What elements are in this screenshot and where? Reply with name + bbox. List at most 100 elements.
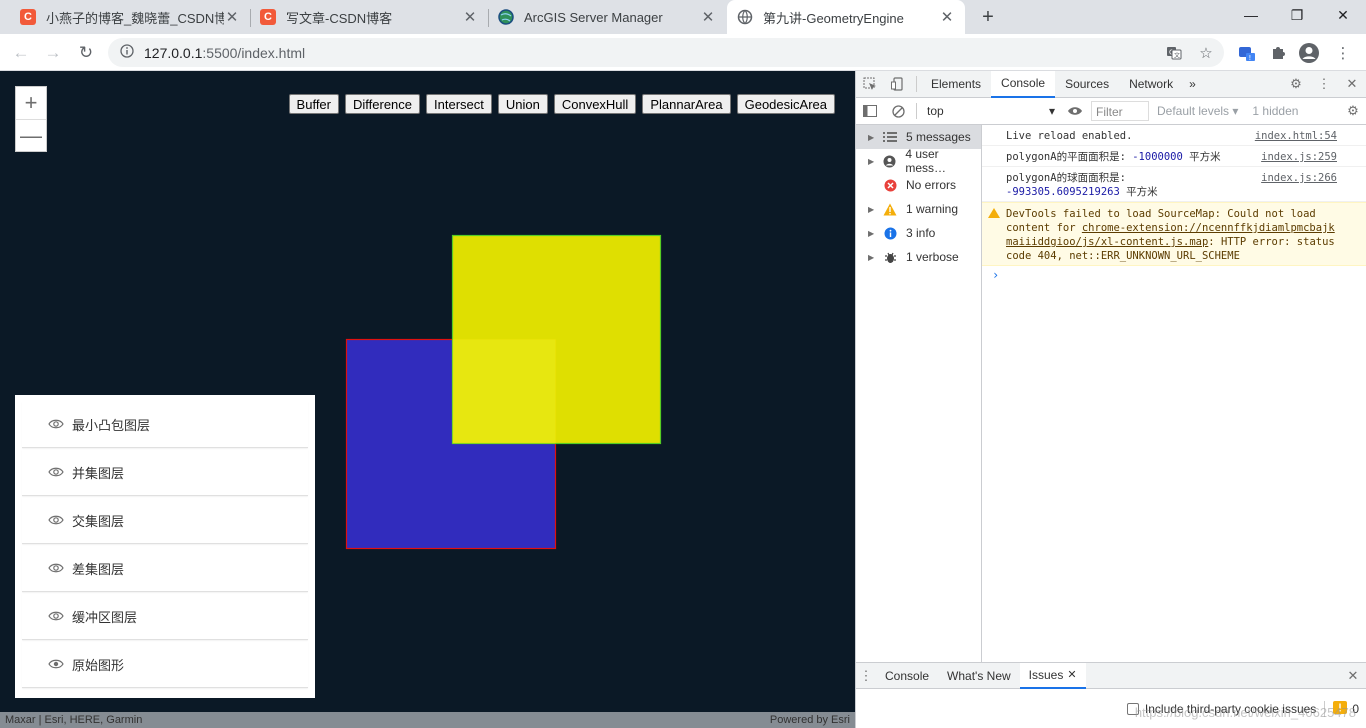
eye-icon[interactable] [48, 418, 64, 430]
inspect-element-icon[interactable] [856, 71, 884, 98]
expand-arrow-icon: ▶ [868, 252, 875, 262]
tab-sources[interactable]: Sources [1055, 71, 1119, 98]
sidebar-item-messages[interactable]: ▶ 5 messages [856, 125, 981, 149]
tab-title: ArcGIS Server Manager [524, 9, 663, 25]
console-settings-icon[interactable]: ⚙ [1339, 98, 1366, 125]
layer-title: 缓冲区图层 [72, 609, 138, 625]
browser-tab[interactable]: C 小燕子的博客_魏晓蕾_CSDN博客 ✕ [10, 0, 250, 34]
svg-text:!: ! [1249, 54, 1252, 62]
union-button[interactable]: Union [497, 94, 548, 114]
eye-icon[interactable] [48, 562, 64, 574]
warning-icon [882, 202, 898, 216]
back-icon[interactable]: ← [8, 40, 34, 66]
dropdown-arrow-icon: ▾ [1048, 104, 1055, 118]
globe-icon [737, 9, 753, 25]
profile-avatar-icon[interactable] [1298, 42, 1320, 64]
devtools-menu-icon[interactable]: ⋮ [1310, 71, 1338, 98]
layer-item[interactable]: 原始图形 [22, 641, 308, 688]
devtools-close-icon[interactable]: ✕ [1338, 71, 1366, 98]
convexhull-button[interactable]: ConvexHull [553, 94, 637, 114]
bookmark-star-icon[interactable]: ☆ [1195, 42, 1217, 64]
intersect-button[interactable]: Intersect [426, 94, 492, 114]
context-select[interactable]: top ▾ [921, 104, 1061, 118]
console-prompt[interactable]: › [982, 266, 1366, 284]
layer-item[interactable]: 并集图层 [22, 449, 308, 496]
drawer-tab-console[interactable]: Console [876, 663, 938, 689]
close-tab-icon[interactable]: ✕ [224, 8, 240, 26]
source-link[interactable]: index.js:266 [1261, 171, 1337, 185]
devtools-panel: Elements Console Sources Network » ⚙ ⋮ ✕… [855, 70, 1366, 728]
reload-icon[interactable]: ↻ [73, 40, 99, 66]
eye-icon[interactable] [48, 610, 64, 622]
powered-by-esri[interactable]: Powered by Esri [770, 714, 850, 726]
filter-input[interactable]: Filter [1091, 101, 1149, 121]
sidebar-label: 5 messages [906, 130, 971, 144]
forward-icon[interactable]: → [40, 40, 66, 66]
device-toolbar-icon[interactable] [884, 71, 912, 98]
new-tab-button[interactable]: + [973, 0, 1003, 34]
minimize-icon[interactable]: — [1228, 0, 1274, 30]
sidebar-item-info[interactable]: ▶ 3 info [856, 221, 981, 245]
message-unit: 平方米 [1126, 186, 1158, 198]
sidebar-label: 3 info [906, 226, 936, 240]
tab-console[interactable]: Console [991, 70, 1056, 98]
tab-network[interactable]: Network [1119, 71, 1183, 98]
close-icon[interactable]: ✕ [1067, 668, 1076, 681]
sidebar-toggle-icon[interactable] [856, 98, 884, 125]
sidebar-item-warnings[interactable]: ▶ 1 warning [856, 197, 981, 221]
drawer-menu-icon[interactable]: ⋮ [856, 662, 876, 689]
expand-arrow-icon: ▶ [868, 204, 875, 214]
devtools-tab-bar: Elements Console Sources Network » ⚙ ⋮ ✕ [856, 70, 1366, 98]
layer-item[interactable]: 交集图层 [22, 497, 308, 544]
sidebar-item-errors[interactable]: No errors [856, 173, 981, 197]
buffer-button[interactable]: Buffer [288, 94, 339, 114]
browser-tab[interactable]: ArcGIS Server Manager ✕ [488, 0, 726, 34]
log-levels-label: Default levels [1157, 104, 1230, 118]
eye-icon[interactable] [48, 514, 64, 526]
clear-console-icon[interactable] [884, 98, 912, 125]
plannararea-button[interactable]: PlannarArea [642, 94, 731, 114]
settings-gear-icon[interactable]: ⚙ [1282, 71, 1310, 98]
drawer-tab-issues[interactable]: Issues ✕ [1019, 662, 1086, 689]
message-text: polygonA的平面面积是: [1006, 151, 1126, 163]
drawer-close-icon[interactable]: ✕ [1339, 662, 1366, 689]
menu-kebab-icon[interactable]: ⋮ [1332, 42, 1354, 64]
log-levels-select[interactable]: Default levels ▾ [1157, 104, 1238, 118]
difference-button[interactable]: Difference [345, 94, 421, 114]
browser-tab[interactable]: C 写文章-CSDN博客 ✕ [250, 0, 488, 34]
geodesicarea-button[interactable]: GeodesicArea [736, 94, 835, 114]
address-bar[interactable]: 127.0.0.1:5500/index.html [108, 38, 1224, 67]
extensions-puzzle-icon[interactable] [1267, 42, 1289, 64]
drawer-tab-whats-new[interactable]: What's New [938, 663, 1020, 689]
sidebar-item-verbose[interactable]: ▶ 1 verbose [856, 245, 981, 269]
sidebar-item-user-messages[interactable]: ▶ 4 user mess… [856, 147, 981, 175]
attribution-text[interactable]: Maxar | Esri, HERE, Garmin [5, 714, 142, 726]
zoom-out-button[interactable]: — [16, 119, 46, 151]
info-icon[interactable] [120, 44, 134, 61]
close-tab-icon[interactable]: ✕ [700, 8, 716, 26]
maximize-icon[interactable]: ❐ [1274, 0, 1320, 30]
console-warning: DevTools failed to load SourceMap: Could… [982, 202, 1366, 266]
layer-item[interactable]: 缓冲区图层 [22, 593, 308, 640]
tab-title: 第九讲-GeometryEngine [763, 10, 904, 26]
source-link[interactable]: index.html:54 [1255, 129, 1337, 143]
live-expression-eye-icon[interactable] [1061, 98, 1089, 125]
eye-icon[interactable] [48, 658, 64, 670]
layer-item[interactable]: 最小凸包图层 [22, 401, 308, 448]
message-number: -993305.6095219263 [1006, 186, 1120, 198]
expand-arrow-icon: ▶ [868, 132, 875, 142]
source-link[interactable]: index.js:259 [1261, 150, 1337, 164]
eye-icon[interactable] [48, 466, 64, 478]
tab-elements[interactable]: Elements [921, 71, 991, 98]
extension-badge-icon[interactable]: ! [1236, 42, 1258, 64]
map-view[interactable]: + — Buffer Difference Intersect Union Co… [0, 71, 855, 728]
translate-icon[interactable]: G文 [1163, 42, 1185, 64]
more-tabs-icon[interactable]: » [1183, 71, 1202, 98]
browser-tab-active[interactable]: 第九讲-GeometryEngine ✕ [727, 0, 965, 34]
window-close-icon[interactable]: ✕ [1320, 0, 1366, 30]
close-tab-icon[interactable]: ✕ [939, 8, 955, 26]
sidebar-label: 4 user mess… [905, 147, 946, 175]
close-tab-icon[interactable]: ✕ [462, 8, 478, 26]
layer-item[interactable]: 差集图层 [22, 545, 308, 592]
zoom-in-button[interactable]: + [16, 87, 46, 119]
